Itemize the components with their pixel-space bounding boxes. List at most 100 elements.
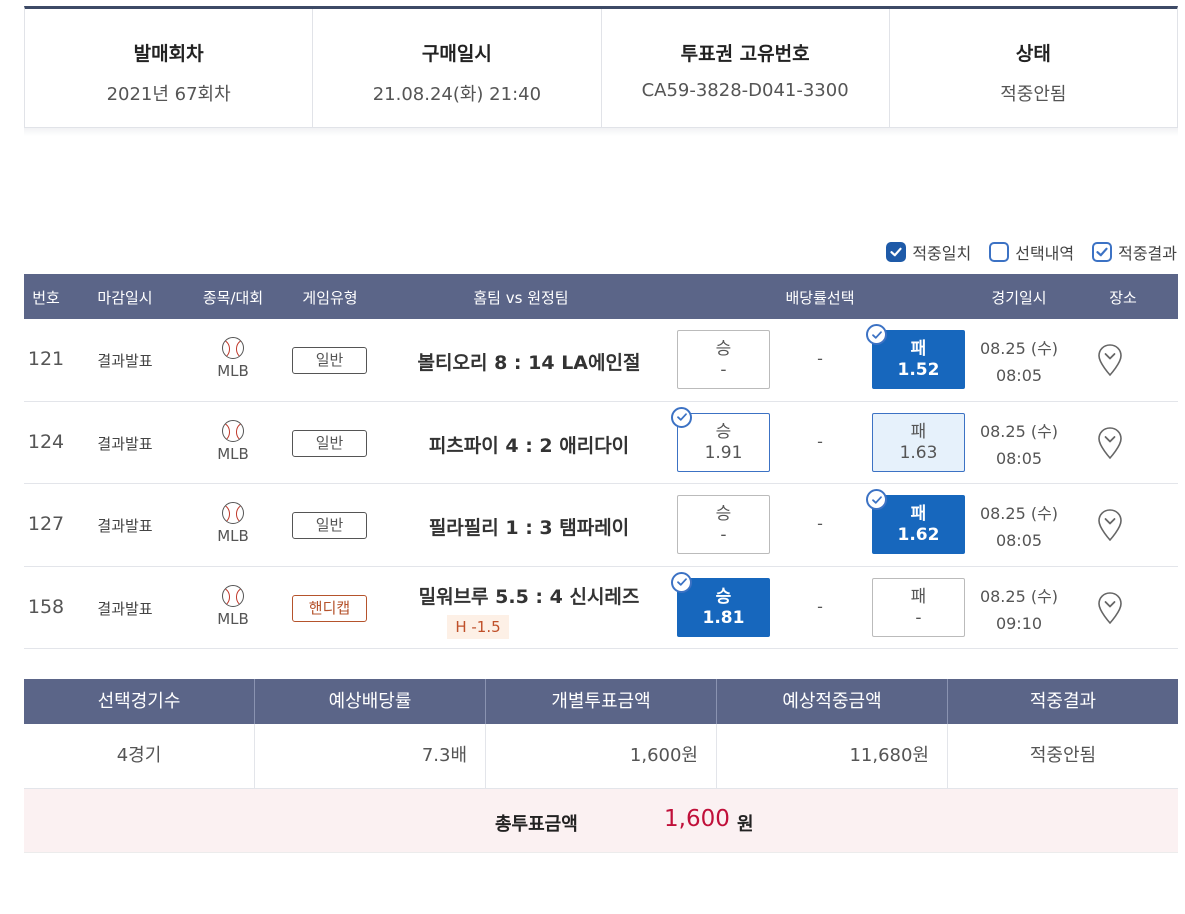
lose-label: 패 — [910, 504, 927, 524]
checkbox-unchecked-icon[interactable] — [989, 242, 1010, 262]
league-label: MLB — [217, 527, 249, 545]
game-date: 08.25 (수) — [979, 586, 1059, 606]
total-bet-label: 총투표금액 — [495, 814, 578, 835]
lose-odds-button[interactable]: 패 - — [872, 577, 965, 637]
win-label: 승 — [715, 339, 732, 359]
location-pin-icon[interactable] — [1097, 426, 1123, 460]
game-number: 121 — [27, 348, 65, 370]
info-status-value: 적중안됨 — [1000, 84, 1067, 105]
game-datetime: 08.25 (수) 08:05 — [980, 335, 1058, 389]
total-bet-unit: 원 — [737, 814, 754, 835]
filter-selection-label: 선택내역 — [1015, 244, 1075, 263]
win-odds: - — [720, 525, 727, 545]
lose-odds: 1.62 — [897, 525, 940, 545]
summary-row: 4경기 7.3배 1,600원 11,680원 적중안됨 — [24, 724, 1178, 789]
total-bet-bar: 총투표금액 1,600 원 — [24, 789, 1178, 853]
table-row: 121 결과발표 MLB 일반 볼티오리 8 : 14 LA에인절 승 - - … — [24, 319, 1178, 402]
sport-cell: MLB — [203, 502, 263, 545]
game-date: 08.25 (수) — [979, 339, 1059, 358]
win-odds-button[interactable]: 승 1.91 — [671, 406, 770, 472]
lose-odds-button[interactable]: 패 1.63 — [872, 412, 965, 472]
summary-table: 선택경기수 예상배당률 개별투표금액 예상적중금액 적중결과 4경기 7.3배 … — [24, 679, 1178, 789]
win-odds-button[interactable]: 승 1.81 — [671, 571, 770, 637]
game-type-badge: 일반 — [292, 429, 367, 457]
game-number: 127 — [27, 513, 65, 535]
game-datetime: 08.25 (수) 08:05 — [980, 418, 1058, 472]
filter-bar: 적중일치 선택내역 적중결과 — [886, 240, 1177, 264]
summary-odds: 7.3배 — [255, 724, 486, 788]
win-odds: 1.81 — [702, 607, 745, 628]
header-sport: 종목/대회 — [202, 289, 264, 307]
summary-header-expected-win: 예상적중금액 — [717, 679, 948, 724]
location-pin-icon[interactable] — [1097, 508, 1123, 542]
header-venue: 장소 — [1109, 289, 1137, 307]
info-ticket-id-label: 투표권 고유번호 — [680, 43, 810, 65]
checkbox-checked-icon[interactable] — [1092, 242, 1113, 262]
game-time: 08:05 — [995, 531, 1043, 550]
summary-header-games: 선택경기수 — [24, 679, 255, 724]
header-match: 홈팀 vs 원정팀 — [473, 289, 569, 307]
win-odds-button[interactable]: 승 - — [677, 330, 770, 389]
game-type-badge: 일반 — [292, 512, 367, 539]
summary-result: 적중안됨 — [1029, 745, 1097, 766]
filter-hit-match[interactable]: 적중일치 — [886, 240, 971, 264]
checkbox-checked-icon[interactable] — [886, 242, 907, 262]
lose-odds: 1.52 — [897, 360, 940, 380]
filter-hit-result[interactable]: 적중결과 — [1092, 240, 1177, 264]
filter-selection[interactable]: 선택내역 — [989, 240, 1074, 264]
info-status-label: 상태 — [1015, 43, 1051, 65]
game-date: 08.25 (수) — [979, 421, 1059, 441]
lose-odds-button[interactable]: 패 1.52 — [866, 324, 965, 389]
close-status: 결과발표 — [97, 517, 153, 535]
game-table-header: 번호 마감일시 종목/대회 게임유형 홈팀 vs 원정팀 배당률선택 경기일시 … — [24, 274, 1178, 319]
hit-check-icon — [866, 324, 887, 345]
draw-odds: - — [817, 431, 823, 451]
table-row: 127 결과발표 MLB 일반 필라필리 1 : 3 탬파레이 승 - - 패 … — [24, 484, 1178, 567]
info-divider — [24, 128, 1178, 136]
lose-odds-button[interactable]: 패 1.62 — [866, 489, 965, 554]
draw-odds: - — [817, 349, 823, 368]
header-type: 게임유형 — [302, 289, 358, 307]
hit-check-icon — [671, 406, 692, 428]
close-status: 결과발표 — [97, 352, 153, 370]
filter-hit-result-label: 적중결과 — [1118, 244, 1177, 263]
sport-cell: MLB — [203, 419, 263, 463]
game-type-badge: 핸디캡 — [292, 594, 367, 622]
summary-header: 선택경기수 예상배당률 개별투표금액 예상적중금액 적중결과 — [24, 679, 1178, 724]
hit-check-icon — [866, 489, 887, 510]
summary-expected-win: 11,680원 — [717, 724, 948, 788]
lose-label: 패 — [910, 339, 927, 359]
table-row: 124 결과발표 MLB 일반 피츠파이 4 : 2 애리다이 승 1.91 -… — [24, 402, 1178, 484]
header-close: 마감일시 — [97, 289, 153, 307]
sport-cell: MLB — [203, 337, 263, 380]
header-odds: 배당률선택 — [785, 289, 855, 307]
baseball-icon — [222, 419, 244, 442]
game-time: 08:05 — [995, 448, 1043, 468]
game-time: 08:05 — [995, 366, 1043, 385]
location-pin-icon[interactable] — [1097, 591, 1123, 625]
draw-odds: - — [817, 514, 823, 533]
summary-stake: 1,600원 — [486, 724, 717, 788]
close-status: 결과발표 — [97, 434, 153, 453]
info-ticket-id-value: CA59-3828-D041-3300 — [641, 80, 849, 101]
summary-header-stake: 개별투표금액 — [486, 679, 717, 724]
sport-cell: MLB — [203, 584, 263, 628]
game-date: 08.25 (수) — [979, 504, 1059, 523]
league-label: MLB — [217, 362, 249, 380]
info-round: 발매회차 2021년 67회차 — [25, 9, 314, 127]
info-ticket-id: 투표권 고유번호 CA59-3828-D041-3300 — [602, 9, 890, 127]
win-odds-button[interactable]: 승 - — [677, 495, 770, 554]
win-label: 승 — [715, 504, 732, 524]
info-purchase-time-value: 21.08.24(화) 21:40 — [372, 84, 542, 105]
win-odds: - — [720, 360, 727, 380]
game-table: 번호 마감일시 종목/대회 게임유형 홈팀 vs 원정팀 배당률선택 경기일시 … — [24, 274, 1178, 649]
baseball-icon — [222, 584, 244, 607]
game-type-badge: 일반 — [292, 347, 367, 374]
game-number: 124 — [27, 430, 65, 453]
info-round-label: 발매회차 — [133, 43, 204, 65]
info-status: 상태 적중안됨 — [890, 9, 1177, 127]
baseball-icon — [222, 337, 244, 359]
info-round-value: 2021년 67회차 — [106, 84, 231, 105]
location-pin-icon[interactable] — [1097, 343, 1123, 377]
game-datetime: 08.25 (수) 08:05 — [980, 500, 1058, 554]
